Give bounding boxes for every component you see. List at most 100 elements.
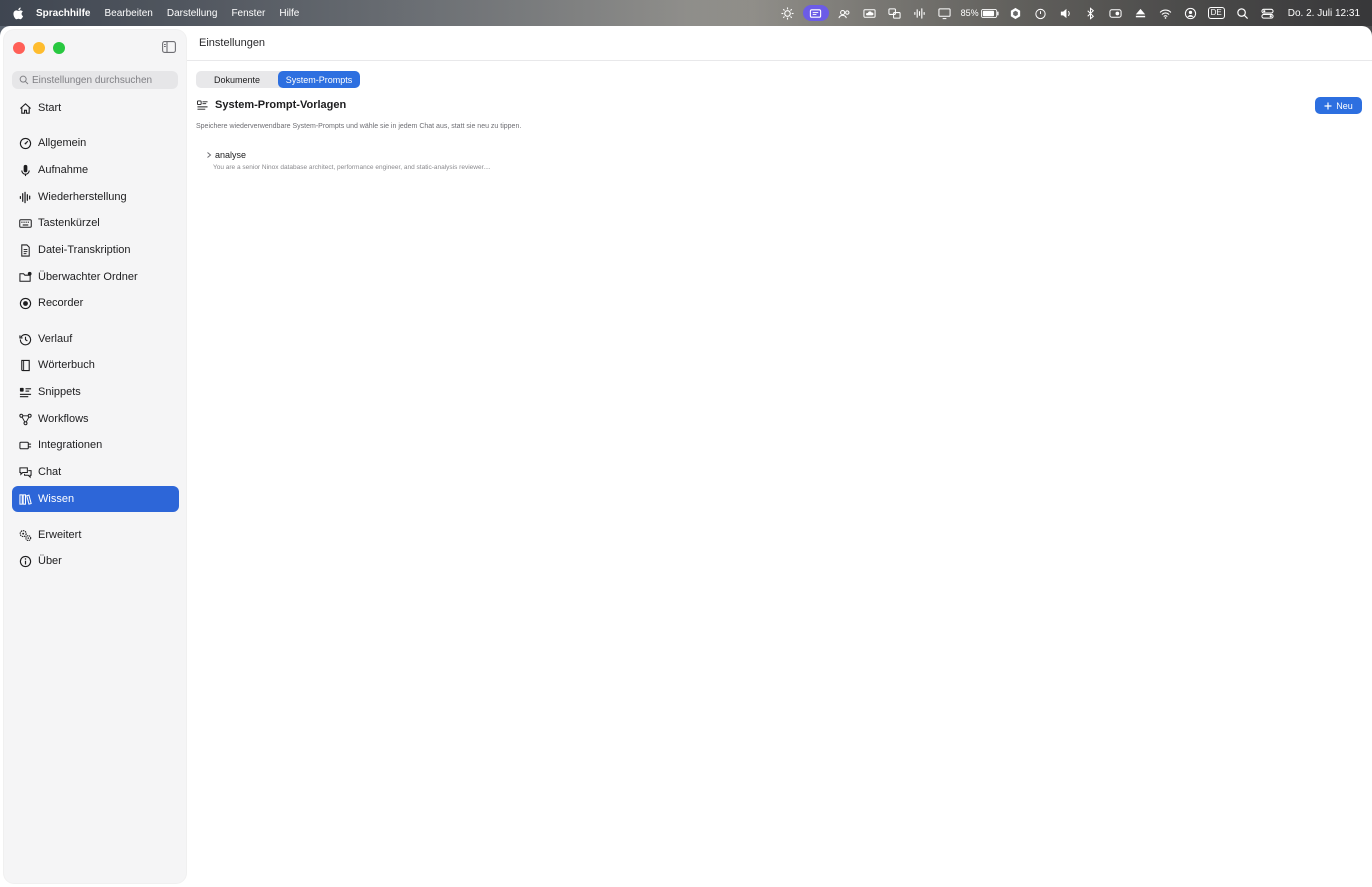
sidebar-item-integrationen[interactable]: Integrationen (12, 432, 179, 458)
search-input[interactable] (32, 74, 172, 86)
book-icon (19, 359, 32, 372)
sidebar-item-snippets[interactable]: Snippets (12, 379, 179, 405)
menu-bearbeiten[interactable]: Bearbeiten (104, 8, 152, 19)
sidebar-item-start[interactable]: Start (12, 95, 179, 121)
sidebar-item-label: Erweitert (38, 529, 82, 541)
menu-bar: Sprachhilfe Bearbeiten Darstellung Fenst… (0, 0, 1372, 26)
menubar-clock[interactable]: Do. 2. Juli 12:31 (1288, 8, 1360, 19)
prompt-name: analyse (215, 150, 247, 160)
battery-percent: 85% (960, 8, 979, 18)
new-prompt-button[interactable]: Neu (1315, 97, 1362, 114)
plus-icon (1324, 102, 1332, 109)
keyboard-layout-badge[interactable]: DE (1207, 7, 1225, 19)
sidebar-item-erweitert[interactable]: Erweitert (12, 522, 179, 548)
wifi-toggle-icon[interactable] (1103, 4, 1127, 22)
workflow-icon (19, 413, 32, 426)
sidebar-item-ueberwachter-ordner[interactable]: Überwachter Ordner (12, 264, 179, 290)
sidebar-item-wissen[interactable]: Wissen (12, 486, 179, 512)
snippets-icon (19, 386, 32, 399)
sidebar-item-label: Wörterbuch (38, 359, 95, 371)
sidebar-item-label: Workflows (38, 413, 89, 425)
bluetooth-icon[interactable] (1078, 4, 1102, 22)
cloud-display-icon[interactable] (857, 4, 881, 22)
user-account-icon[interactable] (1178, 4, 1202, 22)
books-icon (19, 493, 32, 506)
section-header: System-Prompt-Vorlagen (197, 99, 346, 111)
eject-icon[interactable] (1128, 4, 1152, 22)
plug-icon (19, 439, 32, 452)
history-icon (19, 333, 32, 346)
volume-icon[interactable] (1053, 4, 1077, 22)
document-icon (19, 243, 32, 257)
sidebar-item-recorder[interactable]: Recorder (12, 290, 179, 316)
sidebar-item-label: Wiederherstellung (38, 191, 127, 203)
window-title: Einstellungen (199, 37, 266, 49)
battery-indicator[interactable]: 85% (961, 8, 999, 18)
sidebar: Start Allgemein Aufnahme Wiederherstellu… (4, 30, 186, 883)
record-icon (19, 297, 32, 310)
sidebar-item-label: Über (38, 555, 62, 567)
sidebar-item-workflows[interactable]: Workflows (12, 406, 179, 432)
display-icon[interactable] (932, 4, 956, 22)
battery-icon (980, 8, 999, 18)
brightness-icon[interactable] (775, 4, 799, 22)
menu-darstellung[interactable]: Darstellung (167, 8, 218, 19)
dropbox-icon[interactable] (1003, 4, 1027, 22)
prompt-preview: You are a senior Ninox database architec… (213, 164, 491, 171)
gears-icon (19, 529, 32, 542)
settings-window: Start Allgemein Aufnahme Wiederherstellu… (0, 26, 1372, 887)
sidebar-item-label: Allgemein (38, 137, 87, 149)
sidebar-item-label: Verlauf (38, 333, 73, 345)
minimize-window-button[interactable] (33, 42, 45, 54)
menu-hilfe[interactable]: Hilfe (279, 8, 299, 19)
tab-system-prompts[interactable]: System-Prompts (278, 71, 360, 88)
control-center-icon[interactable] (1255, 4, 1279, 22)
list-item[interactable]: analyse You are a senior Ninox database … (206, 150, 606, 171)
prompt-row: analyse (206, 150, 606, 160)
sidebar-item-allgemein[interactable]: Allgemein (12, 130, 179, 156)
sidebar-item-label: Integrationen (38, 439, 103, 451)
tab-dokumente[interactable]: Dokumente (196, 71, 278, 88)
title-bar: Einstellungen (187, 26, 1372, 61)
folder-badge-icon (19, 271, 32, 284)
timer-icon[interactable] (1028, 4, 1052, 22)
menu-fenster[interactable]: Fenster (231, 8, 265, 19)
wifi-icon[interactable] (1153, 4, 1177, 22)
sidebar-item-label: Datei-Transkription (38, 244, 131, 256)
keyboard-icon (19, 217, 32, 230)
translate-icon[interactable] (882, 4, 906, 22)
settings-search[interactable] (12, 71, 178, 89)
microphone-icon (19, 164, 32, 177)
sidebar-item-datei-transkription[interactable]: Datei-Transkription (12, 237, 179, 263)
sidebar-item-label: Start (38, 102, 62, 114)
tab-segmented-control: Dokumente System-Prompts (196, 71, 360, 88)
zoom-window-button[interactable] (53, 42, 65, 54)
template-list-icon (197, 99, 208, 110)
apple-logo-icon[interactable] (12, 6, 24, 20)
chat-bubbles-icon (19, 466, 32, 479)
sidebar-item-ueber[interactable]: Über (12, 548, 179, 574)
waveform-icon (19, 191, 32, 204)
sidebar-item-chat[interactable]: Chat (12, 459, 179, 485)
sidebar-item-verlauf[interactable]: Verlauf (12, 326, 179, 352)
spotlight-search-icon[interactable] (1230, 4, 1254, 22)
house-icon (19, 102, 32, 115)
sidebar-item-woerterbuch[interactable]: Wörterbuch (12, 352, 179, 378)
new-button-label: Neu (1336, 100, 1353, 111)
people-icon[interactable] (832, 4, 856, 22)
audio-wave-icon[interactable] (907, 4, 931, 22)
sidebar-toggle-icon[interactable] (162, 41, 176, 53)
search-icon (19, 75, 29, 85)
chevron-right-icon[interactable] (206, 152, 212, 158)
menu-app-name[interactable]: Sprachhilfe (36, 8, 90, 19)
gauge-icon (19, 137, 32, 150)
sidebar-item-wiederherstellung[interactable]: Wiederherstellung (12, 184, 179, 210)
sidebar-item-tastenkuerzel[interactable]: Tastenkürzel (12, 210, 179, 236)
sidebar-item-aufnahme[interactable]: Aufnahme (12, 157, 179, 183)
section-description: Speichere wiederverwendbare System-Promp… (196, 123, 522, 130)
app-status-icon[interactable] (802, 5, 829, 21)
info-icon (19, 555, 32, 568)
sidebar-item-label: Aufnahme (38, 164, 89, 176)
close-window-button[interactable] (13, 42, 25, 54)
sidebar-item-label: Chat (38, 466, 62, 478)
